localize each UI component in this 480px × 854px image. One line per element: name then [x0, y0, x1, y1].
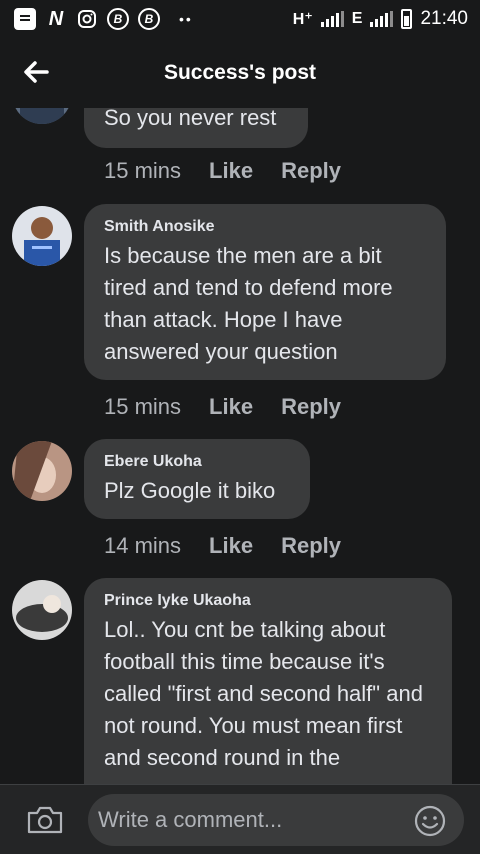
b-circle-icon: B	[107, 8, 129, 30]
network-type-label: H⁺	[292, 11, 313, 28]
status-bar: N B B •• H⁺ E 21:40	[0, 0, 480, 38]
like-button[interactable]: Like	[209, 394, 253, 420]
like-button[interactable]: Like	[209, 158, 253, 184]
screen: N B B •• H⁺ E 21:40 Success's post So yo…	[0, 0, 480, 854]
comment-bubble[interactable]: So you never rest	[84, 108, 308, 148]
signal-icon	[370, 11, 394, 27]
comment-time: 15 mins	[104, 394, 182, 419]
comment-text: Plz Google it biko	[104, 478, 276, 503]
app-header: Success's post	[0, 38, 480, 108]
back-arrow-icon	[24, 61, 49, 83]
comment-bubble[interactable]: Prince Iyke Ukaoha Lol.. You cnt be talk…	[84, 578, 452, 784]
back-button[interactable]	[20, 58, 52, 86]
comment-list[interactable]: So you never rest 15 mins Like Reply Smi…	[0, 108, 480, 784]
comment-meta: 15 mins Like Reply	[104, 394, 341, 420]
emoji-icon	[414, 805, 446, 837]
instagram-icon	[76, 8, 98, 30]
comment-text: Lol.. You cnt be talking about football …	[104, 617, 423, 770]
comment-bubble[interactable]: Smith Anosike Is because the men are a b…	[84, 204, 446, 380]
camera-button[interactable]	[26, 805, 64, 835]
comment-bubble[interactable]: Ebere Ukoha Plz Google it biko	[84, 439, 310, 519]
avatar[interactable]	[12, 580, 72, 640]
notification-dots: ••	[179, 11, 193, 27]
app-n-icon: N	[48, 7, 64, 30]
camera-icon	[27, 806, 63, 834]
b-circle-icon: B	[138, 8, 160, 30]
page-title: Success's post	[163, 61, 317, 84]
comment-meta: 14 mins Like Reply	[104, 533, 341, 559]
comment-composer	[0, 784, 480, 854]
avatar[interactable]	[12, 441, 72, 501]
comment-text: So you never rest	[104, 108, 277, 130]
avatar[interactable]	[12, 108, 72, 124]
comment-author[interactable]: Prince Iyke Ukaoha	[104, 592, 432, 610]
status-bar-right: H⁺ E 21:40	[293, 8, 468, 30]
avatar[interactable]	[12, 206, 72, 266]
comment-time: 14 mins	[104, 533, 182, 558]
comment-author[interactable]: Smith Anosike	[104, 218, 426, 236]
reply-button[interactable]: Reply	[281, 158, 341, 184]
comment-meta: 15 mins Like Reply	[104, 158, 341, 184]
emoji-button[interactable]	[414, 805, 446, 837]
battery-icon	[401, 9, 413, 29]
comment-author[interactable]: Ebere Ukoha	[104, 453, 290, 471]
signal-icon	[320, 11, 344, 27]
message-icon	[14, 8, 36, 30]
network-type-label: E	[351, 10, 363, 27]
comment-text: Is because the men are a bit tired and t…	[104, 243, 393, 364]
status-bar-left: N B B ••	[14, 8, 193, 30]
comment-input[interactable]	[88, 794, 464, 846]
reply-button[interactable]: Reply	[281, 394, 341, 420]
reply-button[interactable]: Reply	[281, 533, 341, 559]
comment-time: 15 mins	[104, 158, 182, 183]
clock: 21:40	[420, 8, 468, 29]
like-button[interactable]: Like	[209, 533, 253, 559]
